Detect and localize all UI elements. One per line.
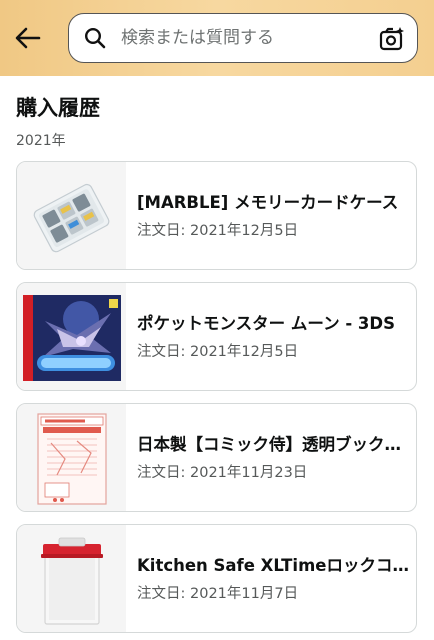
order-date: 注文日: 2021年12月5日	[137, 343, 409, 361]
product-image	[17, 162, 126, 269]
search-icon	[83, 26, 107, 50]
order-card[interactable]: ポケットモンスター ムーン - 3DS 注文日: 2021年12月5日	[16, 282, 417, 391]
order-date-value: 2021年12月5日	[190, 344, 299, 360]
product-image	[17, 525, 126, 632]
page-title: 購入履歴	[16, 96, 100, 120]
order-card[interactable]: [MARBLE] メモリーカードケース 注文日: 2021年12月5日	[16, 161, 417, 270]
order-date: 注文日: 2021年12月5日	[137, 222, 409, 240]
order-date-value: 2021年11月7日	[190, 586, 299, 602]
back-arrow-icon	[15, 27, 41, 49]
product-name[interactable]: ポケットモンスター ムーン - 3DS	[137, 313, 409, 335]
order-date-label: 注文日:	[137, 465, 190, 481]
order-date-value: 2021年12月5日	[190, 223, 299, 239]
search-bar[interactable]	[68, 13, 418, 63]
product-name[interactable]: [MARBLE] メモリーカードケース	[137, 192, 409, 214]
product-image	[17, 283, 126, 390]
order-card[interactable]: 日本製【コミック侍】透明ブックカバー 注文日: 2021年11月23日	[16, 403, 417, 512]
back-button[interactable]	[12, 22, 44, 54]
year-heading: 2021年	[16, 133, 66, 149]
product-name[interactable]: Kitchen Safe XLTimeロックコンテナ	[137, 555, 409, 577]
order-date: 注文日: 2021年11月7日	[137, 585, 409, 603]
product-image	[17, 404, 126, 511]
order-date: 注文日: 2021年11月23日	[137, 464, 409, 482]
order-date-value: 2021年11月23日	[190, 465, 308, 481]
camera-sparkle-icon[interactable]	[379, 26, 405, 52]
order-date-label: 注文日:	[137, 344, 190, 360]
order-card[interactable]: Kitchen Safe XLTimeロックコンテナ 注文日: 2021年11月…	[16, 524, 417, 633]
search-input[interactable]	[119, 27, 373, 49]
top-bar	[0, 0, 434, 76]
order-date-label: 注文日:	[137, 223, 190, 239]
order-date-label: 注文日:	[137, 586, 190, 602]
product-name[interactable]: 日本製【コミック侍】透明ブックカバー	[137, 434, 409, 456]
